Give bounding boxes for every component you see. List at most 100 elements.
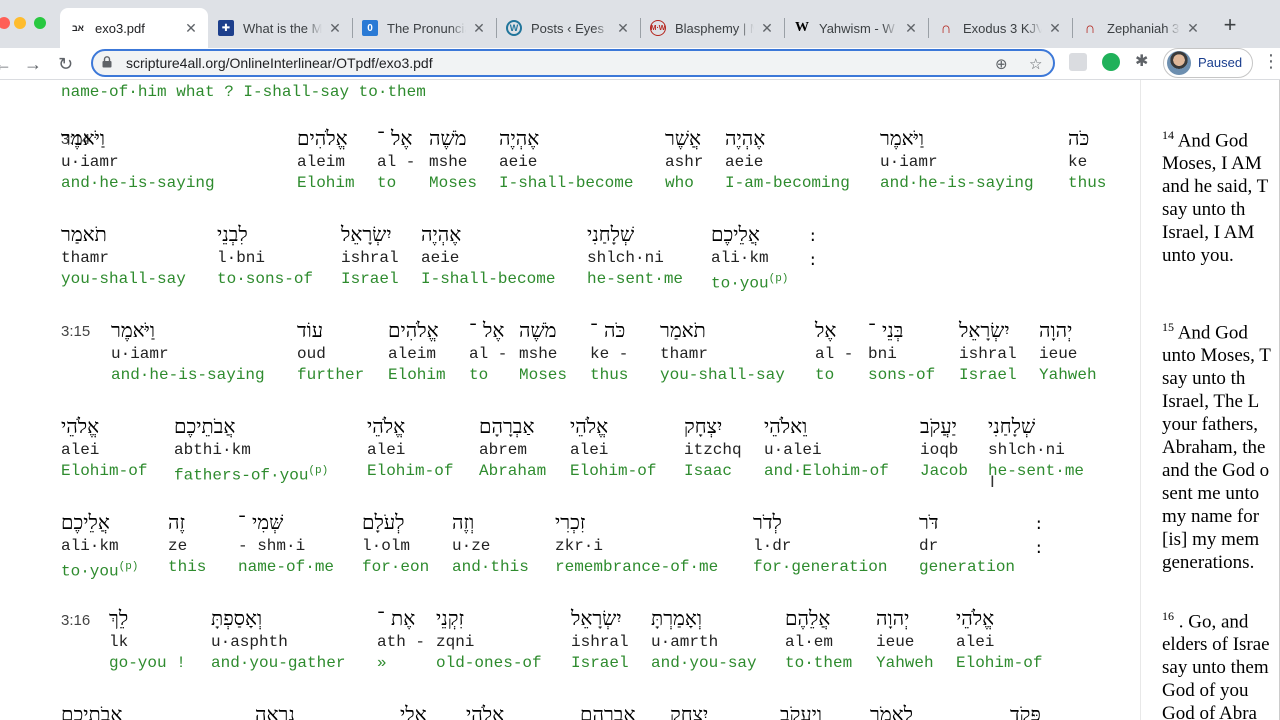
hebrew-word: תֹאמַר — [660, 318, 706, 342]
english-line: my name for — [1162, 506, 1260, 528]
interlinear-word: נִרְאָה — [255, 702, 295, 720]
english-gloss: » — [377, 654, 387, 672]
interlinear-word: וַיֹּאמֶר u·iamr and·he-is-saying — [61, 126, 215, 194]
back-arrow-icon[interactable]: ← — [0, 52, 12, 76]
transliteration: u·asphth — [211, 633, 288, 651]
interlinear-word: לֵךְ lk go-you ! — [109, 606, 186, 674]
transliteration: aleim — [297, 153, 346, 171]
interlinear-word: אֱלֹהֵי alei Elohim-of — [956, 606, 1042, 674]
transliteration: ke — [1068, 153, 1088, 171]
close-tab-icon[interactable]: ✕ — [1048, 20, 1062, 37]
hebrew-word: לְעֹלָם — [362, 510, 405, 534]
bookmark-star-icon[interactable]: ☆ — [1029, 55, 1042, 73]
interlinear-word: לִבְנֵי l·bni to·sons-of — [217, 222, 313, 290]
tab-blasphemy[interactable]: M·W Blasphemy | M ✕ — [640, 8, 784, 48]
close-tab-icon[interactable]: ✕ — [904, 20, 918, 37]
close-tab-icon[interactable]: ✕ — [472, 20, 486, 37]
tab-yahwism[interactable]: W Yahwism - W ✕ — [784, 8, 928, 48]
tab-pronunciation[interactable]: 0 The Pronuncia ✕ — [352, 8, 496, 48]
interlinear-word: פָּקֹד — [1010, 702, 1041, 720]
english-gloss: for·generation — [753, 558, 888, 576]
english-line: your fathers, — [1162, 414, 1259, 436]
close-tab-icon[interactable]: ✕ — [760, 20, 774, 37]
close-window-button[interactable] — [0, 17, 10, 29]
biblegateway-icon: ∩ — [1084, 19, 1096, 37]
interlinear-word: אֱלֹהֵי alei Elohim-of — [570, 414, 656, 482]
english-gloss: thus — [1068, 174, 1107, 192]
hebrew-word: אֱלֹהֵי — [466, 702, 505, 720]
hebrew-word: אֱלֹהִים — [297, 126, 348, 150]
hebrew-word: יַעֲקֹב — [920, 414, 957, 438]
profile-status: Paused — [1198, 55, 1243, 70]
extensions-puzzle-icon[interactable]: ✱ — [1135, 53, 1153, 71]
tab-zephaniah-3[interactable]: ∩ Zephaniah 3 ✕ — [1072, 8, 1210, 48]
url-text[interactable]: scripture4all.org/OnlineInterlinear/OTpd… — [126, 55, 433, 71]
transliteration: thamr — [660, 345, 709, 363]
transliteration: ali·km — [711, 249, 769, 267]
hebrew-word: יִשְׂרָאֵל — [571, 606, 622, 630]
hebrew-word: וֵאלֹהֵי — [764, 414, 808, 438]
transliteration: mshe — [519, 345, 558, 363]
hebrew-word: אֵלַי — [400, 702, 427, 720]
hebrew-word: מֹשֶׁה — [519, 318, 557, 342]
verse-number: 3:15 — [61, 323, 91, 340]
hebrew-word: לִבְנֵי — [217, 222, 248, 246]
transliteration: ashr — [665, 153, 704, 171]
new-tab-button[interactable]: + — [1218, 14, 1242, 36]
interlinear-word: יִשְׂרָאֵל ishral Israel — [571, 606, 629, 674]
interlinear-word: אֱלֹהִים aleim Elohim — [297, 126, 355, 194]
reload-icon[interactable]: ↻ — [58, 52, 73, 76]
english-gloss: Moses — [519, 366, 568, 384]
tab-exodus-3[interactable]: ∩ Exodus 3 KJV ✕ — [928, 8, 1072, 48]
close-tab-icon[interactable]: ✕ — [616, 20, 630, 37]
tab-label: What is the M — [243, 20, 322, 36]
english-gloss: to — [469, 366, 489, 384]
interlinear-word: בְּנֵי ־ bni sons-of — [868, 318, 935, 386]
close-tab-icon[interactable]: ✕ — [184, 20, 198, 37]
english-gloss: and·this — [452, 558, 529, 576]
minimize-window-button[interactable] — [14, 17, 26, 29]
interlinear-word: אֶת ־ ath - » — [377, 606, 425, 674]
hebrew-word: אֶהְיֶה — [421, 222, 462, 246]
english-gloss: fathers-of·you(p) — [174, 465, 329, 485]
english-gloss: you-shall-say — [61, 270, 186, 288]
transliteration: ath - — [377, 633, 426, 651]
hebrew-word: שְׁלָחַנִי — [988, 414, 1036, 438]
english-line: and the God o — [1162, 460, 1270, 482]
avatar — [1167, 51, 1191, 75]
zoom-icon[interactable]: ⊕ — [995, 55, 1008, 73]
grammarly-icon[interactable] — [1102, 53, 1120, 71]
address-bar[interactable]: scripture4all.org/OnlineInterlinear/OTpd… — [91, 49, 1055, 77]
extension-icon[interactable] — [1069, 53, 1087, 71]
transliteration: l·dr — [753, 537, 792, 555]
hebrew-word: לְדֹר — [753, 510, 782, 534]
tab-label: Yahwism - W — [819, 20, 895, 36]
english-gloss: Israel — [959, 366, 1017, 384]
transliteration: al - — [377, 153, 416, 171]
tab-posts-eyes[interactable]: W Posts ‹ Eyes ✕ — [496, 8, 640, 48]
english-gloss: and·Elohim-of — [764, 462, 889, 480]
hebrew-word: וְזֶה — [452, 510, 475, 534]
close-tab-icon[interactable]: ✕ — [1186, 20, 1200, 37]
english-line: Israel, The L — [1162, 391, 1260, 413]
tab-exo3-pdf[interactable]: אב exo3.pdf ✕ — [60, 8, 208, 48]
more-menu-icon[interactable]: ⋮ — [1262, 52, 1280, 70]
interlinear-word: מֹשֶׁה mshe Moses — [429, 126, 477, 194]
hebrew-word: אַבְרָהָם — [580, 702, 636, 720]
forward-arrow-icon[interactable]: → — [24, 52, 42, 76]
transliteration: abrem — [479, 441, 528, 459]
english-gloss: Yahweh — [876, 654, 934, 672]
profile-button[interactable]: Paused — [1163, 48, 1253, 78]
maximize-window-button[interactable] — [34, 17, 46, 29]
hebrew-word: אֶל ־ — [469, 318, 505, 342]
transliteration: al·em — [785, 633, 834, 651]
english-gloss: old-ones-of — [436, 654, 542, 672]
english-line: and he said, T — [1162, 176, 1269, 198]
transliteration: ishral — [571, 633, 629, 651]
transliteration: aeie — [421, 249, 460, 267]
close-tab-icon[interactable]: ✕ — [328, 20, 342, 37]
tab-what-is-the[interactable]: ✚ What is the M ✕ — [208, 8, 352, 48]
sof-pasuq: : — [808, 228, 818, 246]
english-gloss: and·he-is-saying — [111, 366, 265, 384]
tab-label: exo3.pdf — [95, 20, 145, 36]
